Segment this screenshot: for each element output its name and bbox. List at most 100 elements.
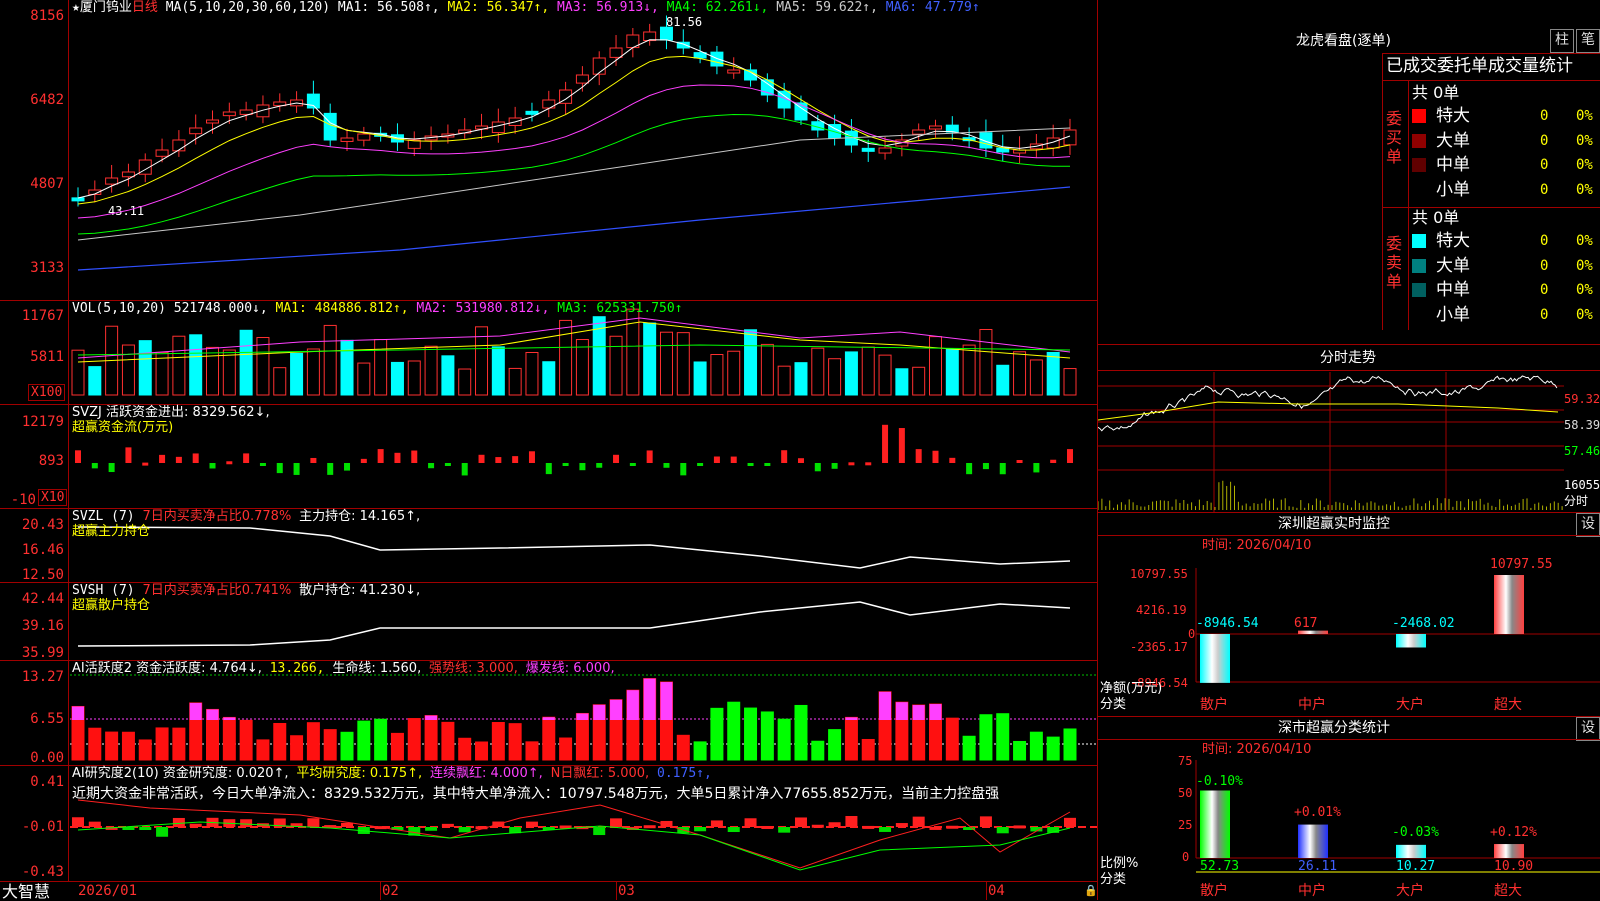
monitor-value-label: 10797.55 xyxy=(1490,557,1553,572)
research-bar xyxy=(341,822,354,827)
research-bar xyxy=(727,827,740,833)
svsh-net-ratio: 7日内买卖净占比0.741% xyxy=(142,583,292,598)
ai-activity-max: 13.266, xyxy=(269,661,325,676)
intraday-chart[interactable] xyxy=(1098,0,1600,900)
volume-bar xyxy=(424,345,438,396)
volume-bar xyxy=(777,365,791,396)
volume-bar xyxy=(693,361,707,396)
research-bar xyxy=(929,826,942,830)
activity-bar xyxy=(172,727,186,761)
right-panel: 龙虎看盘(逐单) 柱 笔 已成交委托单成交量统计 委买单 共 0单 特大 0 0% 大… xyxy=(1098,0,1600,900)
volume-bar xyxy=(290,352,304,396)
monitor-value-label: 617 xyxy=(1294,616,1318,631)
volume-bar xyxy=(458,368,472,396)
activity-bar xyxy=(844,716,858,761)
fund-flow-bar xyxy=(259,463,266,466)
activity-bar xyxy=(794,704,808,761)
volume-bar xyxy=(256,337,270,396)
volume-bar xyxy=(189,334,203,396)
volume-bar xyxy=(794,362,808,396)
monitor-settings-button[interactable]: 设 xyxy=(1576,513,1600,537)
svzl-y-tick: 12.50 xyxy=(21,567,64,583)
research-bar xyxy=(72,817,84,827)
main-position-line xyxy=(77,526,1071,569)
classify-category-label: 大户 xyxy=(1396,883,1424,899)
fund-flow-bar xyxy=(226,461,233,465)
brand-logo[interactable]: 大智慧 xyxy=(2,883,50,900)
classify-value-label: 10.90 xyxy=(1494,859,1534,874)
classify-axis-cat: 分类 xyxy=(1100,872,1127,887)
fund-flow-bar xyxy=(91,463,98,469)
activity-bar xyxy=(138,739,152,761)
ai2-y-tick: 0.41 xyxy=(30,774,64,790)
activity-bar xyxy=(945,717,959,761)
activity-bar xyxy=(828,729,842,761)
fund-flow-bar xyxy=(175,456,182,463)
volume-bar xyxy=(962,344,976,396)
fund-flow-bar xyxy=(495,457,502,463)
volume-bar xyxy=(1013,351,1027,396)
strong-line-value: 强势线: 3.000, xyxy=(429,661,518,676)
research-bar xyxy=(240,819,253,827)
activity-bar-top xyxy=(845,717,858,720)
lock-icon[interactable]: 🔒 xyxy=(1084,884,1098,898)
monitor-title-line xyxy=(1098,535,1600,536)
vol-unit-badge[interactable]: X100 xyxy=(28,384,66,401)
vol-value: 521748.000↓, xyxy=(173,301,268,316)
candle-body xyxy=(172,139,186,152)
fund-flow-bar xyxy=(209,463,216,469)
burst-line-value: 爆发线: 6.000, xyxy=(525,661,615,676)
date-tick: 03 xyxy=(618,883,635,899)
fund-flow-bar xyxy=(344,463,351,471)
retail-position-line xyxy=(77,601,1071,647)
date-tick: 04 xyxy=(988,883,1005,899)
svzj-y-tick: -10 xyxy=(10,492,36,508)
ai-activity-value: AI活跃度2 资金活跃度: 4.764↓, xyxy=(72,661,262,676)
research-bar xyxy=(458,827,471,833)
classify-change-label: +0.01% xyxy=(1294,805,1341,820)
research-bar xyxy=(710,820,723,827)
fund-flow-bar xyxy=(915,449,922,463)
classify-bar xyxy=(1200,790,1230,858)
date-tick: 02 xyxy=(382,883,399,899)
activity-bar-top xyxy=(72,706,84,720)
candle-body xyxy=(928,125,942,130)
monitor-bar xyxy=(1494,575,1524,634)
activity-bar xyxy=(777,718,791,761)
fund-flow-bar xyxy=(781,450,788,463)
activity-bar xyxy=(559,737,573,761)
candle-body xyxy=(105,177,119,185)
activity-bar-top xyxy=(542,717,555,720)
svzj-unit-badge[interactable]: X10 xyxy=(38,489,68,506)
research-bar xyxy=(862,825,875,829)
fund-flow-bar xyxy=(528,451,535,463)
volume-bar xyxy=(1063,368,1077,396)
volume-bar xyxy=(172,335,186,396)
fund-flow-bar xyxy=(797,458,804,463)
fund-flow-bar xyxy=(747,463,754,466)
monitor-title: 深圳超赢实时监控 xyxy=(1278,516,1390,532)
svsh-y-tick: 39.16 xyxy=(21,618,64,634)
activity-bar xyxy=(962,735,976,761)
candle-body xyxy=(710,51,724,67)
classify-settings-button[interactable]: 设 xyxy=(1576,717,1600,741)
activity-bar xyxy=(1046,736,1060,761)
candle-body xyxy=(727,69,741,74)
monitor-section xyxy=(1098,512,1600,513)
ai-research-header: AI研究度2(10) 资金研究度: 0.020↑, 平均研究度: 0.175↑,… xyxy=(72,767,712,781)
svzl-y-tick: 16.46 xyxy=(21,542,64,558)
activity-bar-top xyxy=(593,704,606,720)
kline-chart[interactable] xyxy=(0,0,1098,882)
volume-bar xyxy=(643,322,657,396)
fund-flow-bar xyxy=(966,463,973,475)
activity-bar xyxy=(340,731,354,761)
volume-bar xyxy=(559,319,573,396)
svzl-y-tick: 20.43 xyxy=(21,517,64,533)
fund-flow-bar xyxy=(596,463,603,468)
activity-bar xyxy=(811,740,825,761)
classify-bar xyxy=(1396,844,1426,858)
classify-change-label: +0.12% xyxy=(1490,825,1537,840)
fund-flow-bar xyxy=(713,456,720,463)
fund-flow-bar xyxy=(394,452,401,463)
fund-flow-bar xyxy=(898,428,905,463)
